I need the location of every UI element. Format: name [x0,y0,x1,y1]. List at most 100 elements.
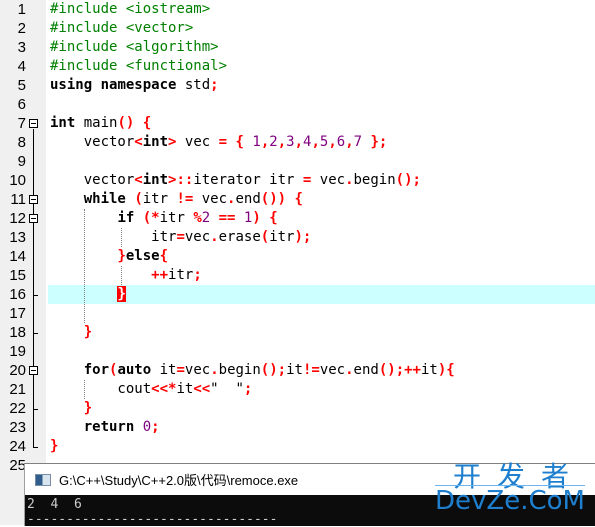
code-token: , [345,134,354,150]
code-line[interactable]: 12 if (*itr %2 == 1) { [0,209,595,228]
indent-guide [84,380,85,399]
code-token: using [50,77,93,93]
console-title: G:\C++\Study\C++2.0版\代码\remoce.exe [59,473,299,488]
code-token: != [176,191,194,207]
console-app-icon [35,473,51,486]
code-editor[interactable]: 1 #include <iostream> 2 #include <vector> 3 #… [0,0,595,475]
code-line[interactable]: 13 itr=vec.erase(itr); [0,228,595,247]
code-token: itr [142,191,177,207]
code-token: (); [395,172,421,188]
code-token: } [117,248,126,264]
code-line[interactable]: 20 for(auto it=vec.begin();it!=vec.end()… [0,361,595,380]
code-line[interactable]: 14 }else{ [0,247,595,266]
code-token: ) [252,210,261,226]
code-text: }else{ [50,247,168,266]
code-line[interactable]: 15 ++itr; [0,266,595,285]
code-token: iterator itr [193,172,303,188]
code-line[interactable]: 11 while (itr != vec.end()) { [0,190,595,209]
line-number: 25 [9,457,26,474]
code-token: vec [319,362,346,378]
indent-guide [121,228,122,247]
code-token: (); [260,362,287,378]
fold-collapse-icon[interactable] [29,195,38,204]
code-token: #include <functional> [50,58,228,74]
fold-line [33,129,34,447]
console-title-bar[interactable]: G:\C++\Study\C++2.0版\代码\remoce.exe [25,464,595,495]
code-line[interactable]: 22 } [0,399,595,418]
code-token: 2 [201,210,211,226]
code-line[interactable]: 2 #include <vector> [0,19,595,38]
code-line[interactable]: 17 [0,304,595,323]
code-token: % [193,210,202,226]
code-token: 3 [286,134,295,150]
code-line[interactable]: 7 int main() { [0,114,595,133]
code-token: () [117,115,135,131]
line-number: 20 [9,362,26,379]
code-line[interactable]: 5 using namespace std; [0,76,595,95]
code-token: >:: [168,172,194,188]
code-line[interactable]: 9 [0,152,595,171]
code-token: std [176,77,211,93]
line-number: 7 [17,115,26,132]
code-line[interactable]: 24} [0,437,595,456]
code-token: { [142,115,152,131]
line-number: 3 [17,39,26,56]
code-token: begin [353,172,396,188]
code-token: vec [184,362,211,378]
code-token: ; [243,381,253,397]
fold-end-tick [33,409,38,410]
code-token: 7 [353,134,363,150]
code-line[interactable]: 18 } [0,323,595,342]
code-line[interactable]: 19 [0,342,595,361]
code-token: for [83,362,110,378]
code-text: using namespace std; [50,76,219,95]
code-line[interactable]: 10 vector<int>::iterator itr = vec.begin… [0,171,595,190]
code-line[interactable]: 16 } [0,285,595,304]
code-token: cout [50,381,152,397]
code-line[interactable]: 3 #include <algorithm> [0,38,595,57]
code-token: = [176,362,185,378]
code-token: main [75,115,118,131]
fold-collapse-icon[interactable] [29,214,38,223]
code-token: " " [210,381,244,397]
code-token: } [50,438,59,454]
code-token: } [83,400,93,416]
code-line[interactable]: 21 cout<<*it<<" "; [0,380,595,399]
fold-end-tick [33,333,38,334]
line-number: 12 [9,210,26,227]
fold-collapse-icon[interactable] [29,119,38,128]
line-number: 24 [9,438,26,455]
code-line[interactable]: 1 #include <iostream> [0,0,595,19]
code-line[interactable]: 4 #include <functional> [0,57,595,76]
code-line[interactable]: 6 [0,95,595,114]
code-line[interactable]: 23 return 0; [0,418,595,437]
fold-collapse-icon[interactable] [29,366,38,375]
code-token: itr [50,229,177,245]
code-text: #include <functional> [50,57,227,76]
line-number: 22 [9,400,26,417]
code-token: <<* [151,381,177,397]
fold-end-tick [33,295,38,296]
code-text: } [50,323,92,342]
code-token: , [294,134,303,150]
code-token: it [151,362,177,378]
code-line[interactable]: 8 vector<int> vec = { 1,2,3,4,5,6,7 }; [0,133,595,152]
code-token: 1 [252,134,261,150]
console-window[interactable]: G:\C++\Study\C++2.0版\代码\remoce.exe 2 4 6… [24,463,595,527]
code-token: . [210,362,219,378]
code-token: }; [370,134,388,150]
line-number: 4 [17,58,26,75]
code-token: { [269,210,278,226]
code-token: end [353,362,379,378]
code-token: if [117,210,135,226]
code-token: != [302,362,320,378]
code-token: #include <algorithm> [50,39,219,55]
code-token: ( [260,229,270,245]
code-token: . [345,362,354,378]
